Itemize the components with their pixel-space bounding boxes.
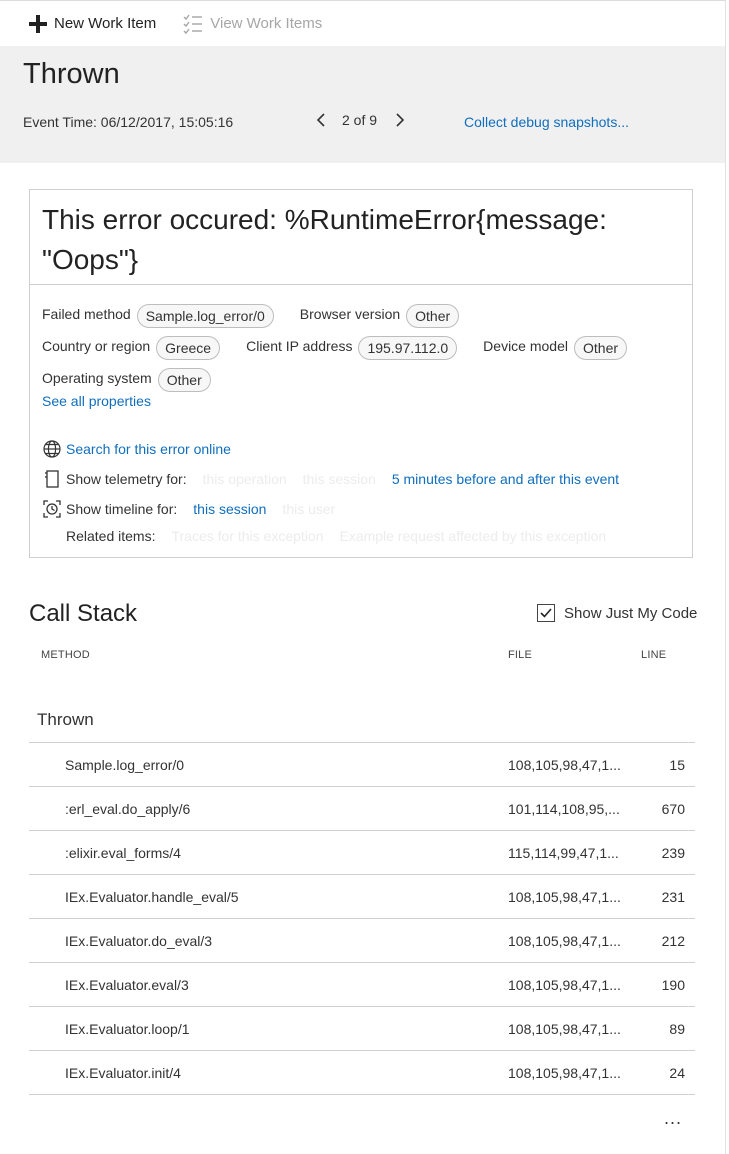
browser-version-label: Browser version (299, 306, 401, 322)
failed-method-label: Failed method (42, 306, 131, 322)
file-cell: 108,105,98,47,1... (508, 889, 621, 905)
line-cell: 89 (669, 1021, 685, 1037)
related-traces-link[interactable]: Traces for this exception (171, 528, 323, 544)
method-cell: Sample.log_error/0 (65, 757, 185, 773)
related-request-link[interactable]: Example request affected by this excepti… (339, 528, 606, 544)
timeline-row: Show timeline for: this session this use… (42, 498, 335, 520)
plus-icon (29, 14, 47, 33)
method-cell: IEx.Evaluator.do_eval/3 (65, 933, 213, 949)
method-cell: IEx.Evaluator.eval/3 (65, 977, 189, 993)
new-work-item-button[interactable]: New Work Item (28, 2, 156, 46)
search-online-row: Search for this error online (42, 438, 231, 460)
just-my-code-label: Show Just My Code (564, 604, 698, 622)
os-pill[interactable]: Other (157, 368, 211, 392)
file-cell: 108,105,98,47,1... (508, 1021, 621, 1037)
telemetry-session-link[interactable]: this session (303, 471, 376, 487)
file-cell: 108,105,98,47,1... (508, 977, 621, 993)
timeline-session-link[interactable]: this session (193, 501, 266, 517)
table-row[interactable]: IEx.Evaluator.do_eval/3 108,105,98,47,1.… (29, 919, 695, 963)
property-row: Operating system Other (42, 362, 682, 394)
browser-version-pill[interactable]: Other (406, 304, 460, 328)
event-pager: 2 of 9 (314, 110, 407, 130)
toolbar: New Work Item View Work Items (0, 0, 725, 47)
scrollbar[interactable] (725, 0, 729, 1154)
file-cell: 115,114,99,47,1... (508, 845, 619, 861)
telemetry-label: Show telemetry for: (66, 471, 187, 487)
just-my-code-checkbox[interactable] (537, 604, 555, 622)
call-stack-table: Sample.log_error/0 108,105,98,47,1... 15… (29, 742, 695, 1095)
country-label: Country or region (42, 338, 151, 354)
table-row[interactable]: :erl_eval.do_apply/6 101,114,108,95,... … (29, 787, 695, 831)
page-title: Thrown (23, 58, 120, 90)
device-model-label: Device model (483, 338, 568, 354)
column-header-method[interactable]: METHOD (41, 649, 90, 661)
property-row: Country or region Greece Client IP addre… (42, 330, 682, 362)
property-row: Failed method Sample.log_error/0 Browser… (42, 298, 682, 330)
new-work-item-label: New Work Item (54, 15, 157, 32)
telemetry-row: Show telemetry for: this operation this … (42, 468, 619, 490)
file-cell: 101,114,108,95,... (508, 801, 620, 817)
device-model-pill[interactable]: Other (574, 336, 628, 360)
show-just-my-code-toggle[interactable]: Show Just My Code (537, 604, 697, 622)
event-header: Thrown Event Time: 06/12/2017, 15:05:16 … (0, 46, 725, 163)
line-cell: 670 (661, 801, 685, 817)
view-work-items-label: View Work Items (210, 15, 323, 32)
pager-count: 2 of 9 (342, 112, 378, 128)
stack-group-title: Thrown (37, 710, 94, 729)
view-work-items-button[interactable]: View Work Items (182, 2, 322, 46)
error-details-card: This error occured: %RuntimeError{messag… (29, 189, 693, 558)
globe-icon (42, 438, 64, 460)
table-row[interactable]: IEx.Evaluator.init/4 108,105,98,47,1... … (29, 1051, 695, 1095)
client-ip-label: Client IP address (246, 338, 353, 354)
method-cell: IEx.Evaluator.init/4 (65, 1065, 181, 1081)
error-properties: Failed method Sample.log_error/0 Browser… (42, 298, 682, 394)
collect-debug-snapshots-link[interactable]: Collect debug snapshots... (464, 114, 629, 130)
method-cell: :erl_eval.do_apply/6 (65, 801, 191, 817)
timeline-user-link[interactable]: this user (282, 501, 335, 517)
os-label: Operating system (42, 370, 152, 386)
method-cell: IEx.Evaluator.loop/1 (65, 1021, 190, 1037)
client-ip-pill[interactable]: 195.97.112.0 (358, 336, 458, 360)
search-error-online-link[interactable]: Search for this error online (66, 441, 231, 457)
line-cell: 190 (661, 977, 685, 993)
telemetry-window-link[interactable]: 5 minutes before and after this event (392, 471, 619, 487)
checkmark-icon (540, 608, 552, 618)
method-cell: :elixir.eval_forms/4 (65, 845, 181, 861)
table-row[interactable]: IEx.Evaluator.loop/1 108,105,98,47,1... … (29, 1007, 695, 1051)
previous-event-button[interactable] (314, 110, 328, 130)
file-cell: 108,105,98,47,1... (508, 933, 621, 949)
line-cell: 239 (661, 845, 685, 861)
line-cell: 24 (669, 1065, 685, 1081)
file-cell: 108,105,98,47,1... (508, 1065, 621, 1081)
next-event-button[interactable] (393, 110, 407, 130)
line-cell: 15 (669, 757, 685, 773)
line-cell: 212 (661, 933, 685, 949)
telemetry-operation-link[interactable]: this operation (203, 471, 287, 487)
file-cell: 108,105,98,47,1... (508, 757, 621, 773)
chevron-right-icon (396, 113, 405, 127)
event-time: Event Time: 06/12/2017, 15:05:16 (23, 114, 234, 130)
failed-method-pill[interactable]: Sample.log_error/0 (136, 304, 274, 328)
error-message: This error occured: %RuntimeError{messag… (30, 190, 692, 285)
table-row[interactable]: IEx.Evaluator.eval/3 108,105,98,47,1... … (29, 963, 695, 1007)
related-items-label: Related items: (66, 528, 156, 544)
timeline-icon (42, 498, 64, 520)
table-row[interactable]: :elixir.eval_forms/4 115,114,99,47,1... … (29, 831, 695, 875)
document-icon (42, 468, 64, 490)
column-header-line[interactable]: LINE (641, 649, 666, 661)
line-cell: 231 (661, 889, 685, 905)
table-row[interactable]: Sample.log_error/0 108,105,98,47,1... 15 (29, 743, 695, 787)
call-stack-title: Call Stack (29, 600, 138, 627)
more-options-button[interactable]: ... (664, 1108, 682, 1129)
chevron-left-icon (316, 113, 325, 127)
timeline-label: Show timeline for: (66, 501, 178, 517)
table-row[interactable]: IEx.Evaluator.handle_eval/5 108,105,98,4… (29, 875, 695, 919)
related-items-row: Related items: Traces for this exception… (66, 528, 606, 544)
see-all-properties-link[interactable]: See all properties (42, 393, 151, 409)
method-cell: IEx.Evaluator.handle_eval/5 (65, 889, 239, 905)
checklist-icon (183, 14, 203, 34)
country-pill[interactable]: Greece (156, 336, 221, 360)
column-header-file[interactable]: FILE (508, 649, 532, 661)
